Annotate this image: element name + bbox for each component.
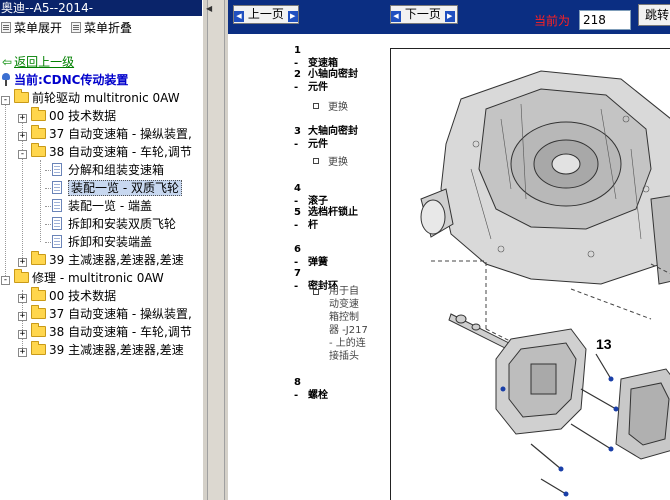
expand-toggle-icon[interactable]: + [18, 312, 27, 321]
part-item: 1 - 变速箱 [294, 45, 338, 69]
document-icon [52, 163, 62, 176]
collapse-toggle-icon[interactable]: - [1, 96, 10, 105]
pane-splitter[interactable] [202, 0, 228, 500]
tree-node-f00[interactable]: +00 技术数据 [18, 107, 116, 125]
pin-icon [1, 73, 11, 86]
part-note: 用于自 动变速 箱控制 器 -J217 - 上的连 接插头 [313, 285, 383, 363]
content-pane: ◀ 上一页 ▶ ◀ 下一页 ▶ 当前为 218 跳转 1 - 变速箱 2 -小轴向… [228, 0, 670, 500]
arrow-left-icon: ◀ [391, 11, 401, 22]
menu-expand-button[interactable]: 菜单展开 [1, 20, 62, 36]
folder-open-icon [14, 89, 29, 103]
tree-node-r37[interactable]: +37 自动变速箱 - 操纵装置, [18, 305, 192, 323]
back-link[interactable]: ⇦ 返回上一级 [2, 54, 74, 70]
menu-collapse-button[interactable]: 菜单折叠 [71, 20, 132, 36]
expand-toggle-icon[interactable]: + [18, 348, 27, 357]
part-note: 更换 [313, 101, 348, 114]
tree-node-r38[interactable]: +38 自动变速箱 - 车轮,调节 [18, 323, 192, 341]
expand-toggle-icon[interactable]: + [18, 330, 27, 339]
prev-page-button[interactable]: ◀ 上一页 ▶ [233, 5, 299, 24]
document-icon [52, 181, 62, 194]
tree-leaf-install-flywheel[interactable]: 拆卸和安装双质飞轮 [52, 215, 176, 233]
part-item: 3 -大轴向密封 元件 [294, 126, 358, 150]
current-page-label: 当前为 [534, 14, 571, 28]
menu-collapse-icon [71, 22, 81, 33]
part-item: 2 -小轴向密封 元件 [294, 69, 358, 93]
gearbox-illustration: 13 [420, 70, 670, 497]
folder-icon [31, 323, 46, 337]
expand-toggle-icon[interactable]: + [18, 132, 27, 141]
bullet-icon [313, 103, 319, 109]
splitter-collapse-icon[interactable]: ◀ [206, 4, 212, 13]
folder-open-icon [31, 143, 46, 157]
tree-leaf-end-cover-overview[interactable]: 装配一览 - 端盖 [52, 197, 152, 215]
part-item: 6 - 弹簧 [294, 244, 328, 268]
folder-icon [31, 305, 46, 319]
part-note: 更换 [313, 156, 348, 169]
left-pane-title: 奥迪--A5--2014- [0, 0, 202, 16]
arrow-left-icon: ◀ [234, 11, 244, 22]
document-icon [52, 217, 62, 230]
tree-leaf-install-end-cover[interactable]: 拆卸和安装端盖 [52, 233, 152, 251]
collapse-toggle-icon[interactable]: - [18, 150, 27, 159]
tree-node-f37[interactable]: +37 自动变速箱 - 操纵装置, [18, 125, 192, 143]
pane-splitter-bar[interactable] [207, 0, 225, 500]
arrow-right-icon: ▶ [444, 11, 455, 22]
folder-icon [31, 251, 46, 265]
tree-node-r00[interactable]: +00 技术数据 [18, 287, 116, 305]
folder-icon [31, 107, 46, 121]
expand-toggle-icon[interactable]: + [18, 294, 27, 303]
current-node: 当前:CDNC传动装置 [1, 72, 128, 88]
document-icon [52, 235, 62, 248]
collapse-toggle-icon[interactable]: - [1, 276, 10, 285]
arrow-right-icon: ▶ [287, 11, 298, 22]
tree-node-r39[interactable]: +39 主减速器,差速器,差速 [18, 341, 184, 359]
menu-expand-icon [1, 22, 11, 33]
bullet-icon [313, 289, 319, 295]
left-pane: 奥迪--A5--2014- 菜单展开 菜单折叠 ⇦ 返回上一级 当前:CDNC传动… [0, 0, 202, 500]
folder-open-icon [14, 269, 29, 283]
tree-node-front-drive[interactable]: - 前轮驱动 multitronic 0AW [1, 89, 180, 107]
expand-toggle-icon[interactable]: + [18, 114, 27, 123]
part-item: 5 -选档杆锁止 杆 [294, 207, 358, 231]
document-icon [52, 199, 62, 212]
jump-button[interactable]: 跳转 [638, 4, 670, 26]
part-item: 4 - 滚子 [294, 183, 328, 207]
expand-toggle-icon[interactable]: + [18, 258, 27, 267]
tree-leaf-dual-mass-flywheel-overview[interactable]: 装配一览 - 双质飞轮 [52, 179, 182, 197]
folder-icon [31, 287, 46, 301]
tree-node-repair[interactable]: - 修理 - multitronic 0AW [1, 269, 164, 287]
tree-node-f39[interactable]: +39 主减速器,差速器,差速 [18, 251, 184, 269]
tree-leaf-disassemble-gearbox[interactable]: 分解和组装变速箱 [52, 161, 164, 179]
folder-icon [31, 125, 46, 139]
callout-label: 13 [596, 336, 612, 352]
bullet-icon [313, 158, 319, 164]
tree-node-f38[interactable]: -38 自动变速箱 - 车轮,调节 [18, 143, 192, 161]
folder-icon [31, 341, 46, 355]
next-page-button[interactable]: ◀ 下一页 ▶ [390, 5, 458, 24]
part-item: 8 - 螺栓 [294, 377, 328, 401]
exploded-view-diagram: 13 [390, 48, 670, 500]
page-number-input[interactable]: 218 [579, 10, 631, 30]
back-arrow-icon: ⇦ [2, 55, 13, 69]
selected-item-label: 装配一览 - 双质飞轮 [68, 180, 182, 196]
